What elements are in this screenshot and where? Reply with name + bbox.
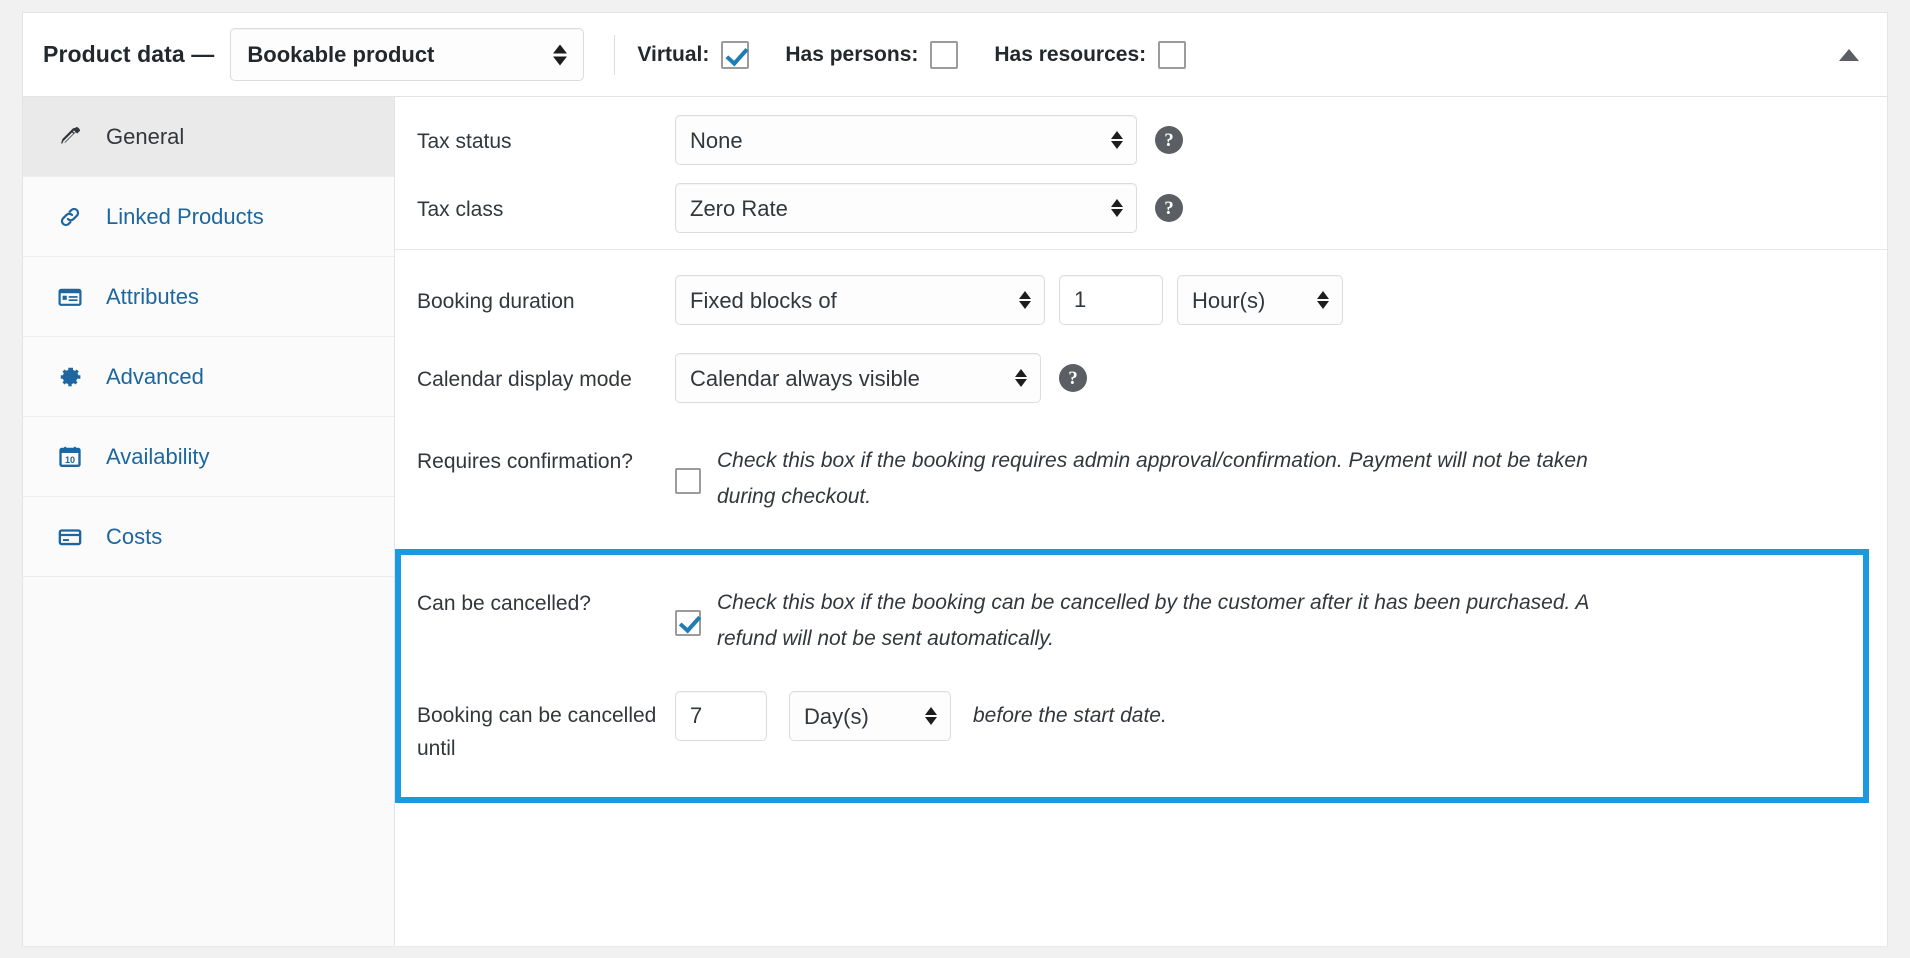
cancel-until-unit-select[interactable]: Day(s) [789,691,951,741]
sidebar-item-advanced[interactable]: Advanced [23,337,394,417]
can-be-cancelled-control: Check this box if the booking can be can… [675,577,1647,657]
product-type-select-wrapper: Bookable product [230,28,584,81]
sidebar-item-attributes[interactable]: Attributes [23,257,394,337]
calendar-display-mode-field: Calendar display mode Calendar always vi… [417,341,1887,419]
has-resources-toggle-group: Has resources: [994,41,1186,69]
tax-options-group: Tax status None ? Tax class [395,99,1887,250]
page-title: Product data — [43,41,214,68]
tax-status-control: None ? [675,115,1183,165]
sidebar-item-label: Linked Products [106,206,264,228]
tax-status-select[interactable]: None [675,115,1137,165]
tax-status-select-wrapper: None [675,115,1137,165]
booking-duration-unit-select[interactable]: Hour(s) [1177,275,1343,325]
calendar-icon: 10 [55,443,85,471]
list-view-icon [55,283,85,311]
has-persons-label: Has persons: [785,43,918,67]
cancel-until-amount-input[interactable] [675,691,767,741]
wrench-icon [55,123,85,151]
tax-status-label: Tax status [417,115,675,159]
sidebar-item-label: Attributes [106,286,199,308]
has-resources-checkbox[interactable] [1158,41,1186,69]
cancel-until-unit-wrapper: Day(s) [789,691,951,741]
requires-confirmation-checkbox[interactable] [675,468,701,494]
product-data-header: Product data — Bookable product Virtual:… [23,13,1887,97]
requires-confirmation-description: Check this box if the booking requires a… [717,443,1647,515]
can-be-cancelled-field: Can be cancelled? Check this box if the … [417,561,1863,673]
can-be-cancelled-label: Can be cancelled? [417,577,675,621]
credit-card-icon [55,523,85,551]
booking-options-group: Booking duration Fixed blocks of Hour(s) [395,250,1887,531]
sidebar-item-label: General [106,126,184,148]
has-persons-toggle-group: Has persons: [785,41,958,69]
general-tab-panel: Tax status None ? Tax class [395,97,1887,946]
booking-duration-label: Booking duration [417,275,675,319]
triangle-up-icon[interactable] [1839,49,1859,61]
booking-duration-control: Fixed blocks of Hour(s) [675,275,1343,325]
has-resources-label: Has resources: [994,43,1146,67]
booking-duration-mode-wrapper: Fixed blocks of [675,275,1045,325]
calendar-display-mode-select[interactable]: Calendar always visible [675,353,1041,403]
requires-confirmation-control: Check this box if the booking requires a… [675,435,1647,515]
requires-confirmation-label: Requires confirmation? [417,435,675,479]
virtual-checkbox[interactable] [721,41,749,69]
cancellation-highlight-region: Can be cancelled? Check this box if the … [395,549,1869,803]
question-mark-icon[interactable]: ? [1059,364,1087,392]
virtual-label: Virtual: [637,43,709,67]
sidebar-item-label: Availability [106,446,210,468]
booking-duration-mode-select[interactable]: Fixed blocks of [675,275,1045,325]
product-data-tabs: General Linked Products Attributes Advan… [23,97,395,946]
sidebar-item-general[interactable]: General [23,97,394,177]
sidebar-item-label: Advanced [106,366,204,388]
tax-status-field: Tax status None ? [417,99,1887,181]
booking-duration-field: Booking duration Fixed blocks of Hour(s) [417,250,1887,341]
cancel-until-suffix: before the start date. [973,704,1167,728]
cancel-until-control: Day(s) before the start date. [675,691,1167,741]
can-be-cancelled-description: Check this box if the booking can be can… [717,585,1647,657]
svg-text:10: 10 [65,454,75,464]
product-data-panel: Product data — Bookable product Virtual:… [22,12,1888,946]
tax-class-select-wrapper: Zero Rate [675,183,1137,233]
calendar-display-mode-select-wrapper: Calendar always visible [675,353,1041,403]
cancel-until-label: Booking can be cancelled until [417,691,675,765]
virtual-toggle-group: Virtual: [637,41,749,69]
product-type-select[interactable]: Bookable product [230,28,584,81]
sidebar-item-costs[interactable]: Costs [23,497,394,577]
booking-duration-unit-wrapper: Hour(s) [1177,275,1343,325]
sidebar-item-availability[interactable]: 10 Availability [23,417,394,497]
header-divider [614,35,615,75]
requires-confirmation-field: Requires confirmation? Check this box if… [417,419,1887,531]
link-icon [55,203,85,231]
calendar-display-mode-label: Calendar display mode [417,353,675,397]
question-mark-icon[interactable]: ? [1155,194,1183,222]
can-be-cancelled-checkbox[interactable] [675,610,701,636]
sidebar-item-label: Costs [106,526,162,548]
tax-class-label: Tax class [417,183,675,227]
gear-icon [55,363,85,391]
tax-class-field: Tax class Zero Rate ? [417,181,1887,249]
cancel-until-field: Booking can be cancelled until Day(s) be… [417,673,1863,787]
has-persons-checkbox[interactable] [930,41,958,69]
question-mark-icon[interactable]: ? [1155,126,1183,154]
sidebar-item-linked-products[interactable]: Linked Products [23,177,394,257]
booking-duration-amount-input[interactable] [1059,275,1163,325]
calendar-display-mode-control: Calendar always visible ? [675,353,1087,403]
tax-class-control: Zero Rate ? [675,183,1183,233]
tax-class-select[interactable]: Zero Rate [675,183,1137,233]
product-data-body: General Linked Products Attributes Advan… [23,97,1887,946]
